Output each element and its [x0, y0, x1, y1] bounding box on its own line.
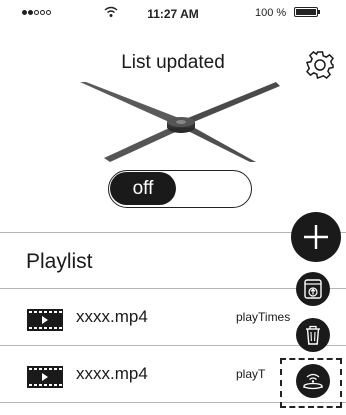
playlist-title: Playlist	[26, 250, 93, 273]
trash-icon	[306, 325, 320, 345]
wifi-device-button[interactable]	[296, 364, 330, 398]
upload-icon	[304, 279, 322, 299]
play-times-label[interactable]: playT	[236, 367, 265, 381]
add-button[interactable]	[291, 212, 341, 262]
page-title: List updated	[121, 52, 225, 73]
status-bar: 11:27 AM 100 %	[0, 0, 346, 36]
hologram-fan-icon	[80, 82, 280, 162]
plus-icon	[304, 225, 328, 249]
battery-icon	[294, 7, 320, 17]
delete-button[interactable]	[296, 318, 330, 352]
wifi-device-icon	[303, 373, 323, 390]
battery-percent: 100 %	[255, 7, 287, 19]
file-name: xxxx.mp4	[76, 307, 148, 326]
video-file-icon	[27, 366, 63, 388]
toggle-knob: off	[110, 172, 176, 205]
play-times-label[interactable]: playTimes	[236, 310, 290, 324]
video-file-icon	[27, 309, 63, 331]
list-item[interactable]: xxxx.mp4 playTimes	[0, 289, 346, 345]
gear-icon[interactable]	[305, 50, 335, 80]
upload-button[interactable]	[296, 272, 330, 306]
power-toggle[interactable]: off	[108, 170, 252, 208]
file-name: xxxx.mp4	[76, 364, 148, 383]
